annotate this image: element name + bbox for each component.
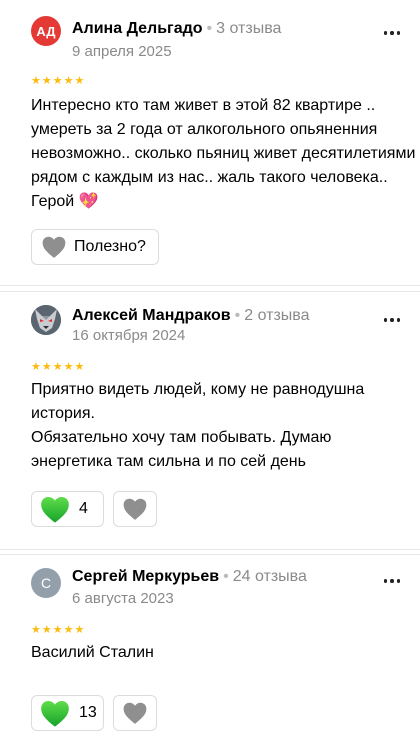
like-count: 13 [79, 704, 97, 721]
avatar[interactable]: С [31, 568, 61, 598]
review-text: Василий Сталин [31, 644, 154, 661]
star-icon: ★ [63, 624, 74, 636]
useful-button[interactable]: Полезно? [31, 229, 159, 265]
review-text: Приятно видеть людей, кому не равнодушна… [31, 381, 365, 470]
rating-stars: ★ ★ ★ ★ ★ [31, 76, 84, 87]
heart-icon [42, 236, 66, 258]
star-icon: ★ [63, 361, 74, 373]
star-icon: ★ [52, 75, 63, 87]
star-icon: ★ [74, 361, 85, 373]
star-icon: ★ [31, 75, 41, 87]
author-name[interactable]: Алина Дельгадо [72, 20, 203, 37]
heart-icon [123, 498, 147, 520]
separator-dot: • [223, 568, 229, 585]
like-button[interactable]: 13 [31, 695, 104, 731]
star-icon: ★ [52, 624, 63, 636]
avatar[interactable] [31, 305, 61, 335]
star-icon: ★ [63, 75, 74, 87]
wolf-avatar-icon [31, 305, 61, 335]
review-date: 16 октября 2024 [72, 327, 186, 344]
useful-button-label: Полезно? [74, 238, 146, 255]
heart-icon [123, 702, 147, 724]
review-author: Сергей Меркурьев • 24 отзыва [72, 568, 307, 586]
green-heart-icon [41, 700, 69, 727]
star-icon: ★ [52, 361, 63, 373]
review-author: Алексей Мандраков • 2 отзыва [72, 307, 310, 325]
author-review-count: 3 отзыва [216, 20, 282, 37]
rating-stars: ★ ★ ★ ★ ★ [31, 362, 84, 373]
star-icon: ★ [41, 361, 52, 373]
more-options-icon[interactable] [380, 569, 404, 593]
review-text: Интересно кто там живет в этой 82 кварти… [31, 97, 416, 210]
more-options-icon[interactable] [380, 308, 404, 332]
star-icon: ★ [31, 361, 41, 373]
avatar[interactable]: АД [31, 16, 61, 46]
star-icon: ★ [41, 75, 52, 87]
review-card: Алексей Мандраков • 2 отзыва 16 октября 20… [0, 291, 420, 550]
star-icon: ★ [74, 624, 85, 636]
review-author: Алина Дельгадо • 3 отзыва [72, 20, 281, 38]
author-review-count: 2 отзыва [244, 307, 310, 324]
separator-dot: • [206, 20, 213, 37]
review-date: 6 августа 2023 [72, 590, 174, 607]
like-button[interactable]: 4 [31, 491, 104, 527]
like-count: 4 [79, 500, 88, 517]
green-heart-icon [41, 496, 69, 523]
author-name[interactable]: Алексей Мандраков [72, 307, 231, 324]
star-icon: ★ [41, 624, 52, 636]
author-review-count: 24 отзыва [232, 568, 307, 585]
separator-dot: • [234, 307, 241, 324]
more-options-icon[interactable] [380, 21, 404, 45]
review-card: С Сергей Меркурьев • 24 отзыва 6 августа 2… [0, 554, 420, 738]
rating-stars: ★ ★ ★ ★ ★ [31, 625, 84, 636]
review-card: АД Алина Дельгадо • 3 отзыва 9 апреля 2025… [0, 0, 420, 286]
star-icon: ★ [31, 624, 41, 636]
dislike-button[interactable] [113, 695, 157, 731]
dislike-button[interactable] [113, 491, 157, 527]
author-name[interactable]: Сергей Меркурьев [72, 568, 219, 585]
star-icon: ★ [74, 75, 85, 87]
review-date: 9 апреля 2025 [72, 43, 172, 60]
